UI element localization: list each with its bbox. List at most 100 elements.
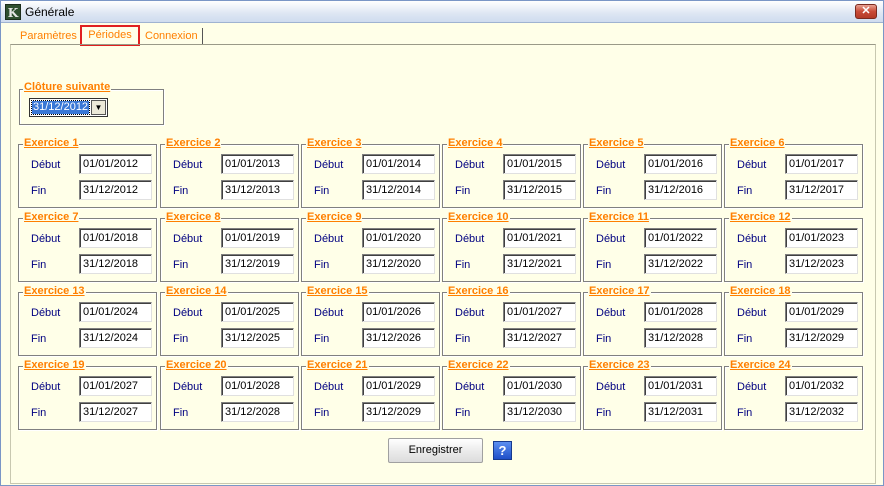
debut-label: Début bbox=[455, 233, 485, 245]
tab-parametres[interactable]: Paramètres bbox=[16, 28, 81, 45]
fin-label: Fin bbox=[314, 333, 330, 345]
debut-field[interactable]: 01/01/2025 bbox=[221, 302, 294, 322]
debut-field[interactable]: 01/01/2012 bbox=[79, 154, 152, 174]
exercice-title: Exercice 2 bbox=[165, 137, 222, 149]
debut-label: Début bbox=[173, 381, 203, 393]
fin-field[interactable]: 31/12/2012 bbox=[79, 180, 152, 200]
debut-field[interactable]: 01/01/2021 bbox=[503, 228, 576, 248]
cloture-select[interactable]: 31/12/2012 ▼ bbox=[29, 98, 108, 117]
exercice-box: Exercice 16 Début 01/01/2027 Fin 31/12/2027 bbox=[442, 285, 581, 356]
debut-field[interactable]: 01/01/2028 bbox=[221, 376, 294, 396]
exercice-box: Exercice 21 Début 01/01/2029 Fin 31/12/2029 bbox=[301, 359, 440, 430]
fin-field[interactable]: 31/12/2025 bbox=[221, 328, 294, 348]
debut-field[interactable]: 01/01/2026 bbox=[362, 302, 435, 322]
fin-field[interactable]: 31/12/2031 bbox=[644, 402, 717, 422]
fin-field[interactable]: 31/12/2028 bbox=[644, 328, 717, 348]
fin-field[interactable]: 31/12/2028 bbox=[221, 402, 294, 422]
main-window: K Générale ✕ Paramètres Périodes Connexi… bbox=[0, 0, 884, 486]
fin-field[interactable]: 31/12/2020 bbox=[362, 254, 435, 274]
exercice-box: Exercice 18 Début 01/01/2029 Fin 31/12/2029 bbox=[724, 285, 863, 356]
debut-field[interactable]: 01/01/2018 bbox=[79, 228, 152, 248]
fin-field[interactable]: 31/12/2029 bbox=[785, 328, 858, 348]
fin-label: Fin bbox=[455, 259, 471, 271]
exercice-box: Exercice 19 Début 01/01/2027 Fin 31/12/2027 bbox=[18, 359, 157, 430]
debut-label: Début bbox=[173, 233, 203, 245]
tab-strip: Paramètres Périodes Connexion bbox=[13, 25, 873, 46]
debut-field[interactable]: 01/01/2024 bbox=[79, 302, 152, 322]
exercice-title: Exercice 5 bbox=[588, 137, 645, 149]
exercice-box: Exercice 8 Début 01/01/2019 Fin 31/12/2019 bbox=[160, 211, 299, 282]
close-icon[interactable]: ✕ bbox=[855, 4, 877, 19]
app-k-icon: K bbox=[5, 4, 21, 20]
debut-label: Début bbox=[31, 381, 61, 393]
fin-field[interactable]: 31/12/2032 bbox=[785, 402, 858, 422]
tab-connexion[interactable]: Connexion bbox=[141, 28, 203, 45]
exercice-title: Exercice 14 bbox=[165, 285, 228, 297]
exercice-title: Exercice 8 bbox=[165, 211, 222, 223]
debut-label: Début bbox=[737, 381, 767, 393]
debut-label: Début bbox=[455, 159, 485, 171]
exercice-title: Exercice 12 bbox=[729, 211, 792, 223]
exercice-title: Exercice 7 bbox=[23, 211, 80, 223]
debut-label: Début bbox=[31, 233, 61, 245]
fin-field[interactable]: 31/12/2013 bbox=[221, 180, 294, 200]
exercice-box: Exercice 11 Début 01/01/2022 Fin 31/12/2022 bbox=[583, 211, 722, 282]
fin-field[interactable]: 31/12/2014 bbox=[362, 180, 435, 200]
debut-field[interactable]: 01/01/2027 bbox=[503, 302, 576, 322]
debut-field[interactable]: 01/01/2013 bbox=[221, 154, 294, 174]
exercice-title: Exercice 13 bbox=[23, 285, 86, 297]
fin-label: Fin bbox=[737, 185, 753, 197]
fin-field[interactable]: 31/12/2023 bbox=[785, 254, 858, 274]
fin-field[interactable]: 31/12/2015 bbox=[503, 180, 576, 200]
exercice-title: Exercice 18 bbox=[729, 285, 792, 297]
fin-field[interactable]: 31/12/2027 bbox=[79, 402, 152, 422]
debut-field[interactable]: 01/01/2016 bbox=[644, 154, 717, 174]
debut-field[interactable]: 01/01/2030 bbox=[503, 376, 576, 396]
fin-field[interactable]: 31/12/2017 bbox=[785, 180, 858, 200]
debut-field[interactable]: 01/01/2027 bbox=[79, 376, 152, 396]
debut-field[interactable]: 01/01/2023 bbox=[785, 228, 858, 248]
help-icon[interactable]: ? bbox=[493, 441, 512, 460]
debut-label: Début bbox=[596, 159, 626, 171]
exercice-box: Exercice 2 Début 01/01/2013 Fin 31/12/2013 bbox=[160, 137, 299, 208]
fin-field[interactable]: 31/12/2026 bbox=[362, 328, 435, 348]
fin-field[interactable]: 31/12/2030 bbox=[503, 402, 576, 422]
fin-field[interactable]: 31/12/2018 bbox=[79, 254, 152, 274]
fin-label: Fin bbox=[31, 185, 47, 197]
debut-field[interactable]: 01/01/2029 bbox=[785, 302, 858, 322]
debut-field[interactable]: 01/01/2032 bbox=[785, 376, 858, 396]
debut-field[interactable]: 01/01/2029 bbox=[362, 376, 435, 396]
cloture-value: 31/12/2012 bbox=[30, 100, 91, 115]
debut-field[interactable]: 01/01/2014 bbox=[362, 154, 435, 174]
debut-field[interactable]: 01/01/2028 bbox=[644, 302, 717, 322]
debut-field[interactable]: 01/01/2019 bbox=[221, 228, 294, 248]
fin-field[interactable]: 31/12/2021 bbox=[503, 254, 576, 274]
title-bar: K Générale ✕ bbox=[1, 1, 883, 23]
chevron-down-icon[interactable]: ▼ bbox=[91, 100, 106, 115]
fin-field[interactable]: 31/12/2019 bbox=[221, 254, 294, 274]
debut-label: Début bbox=[314, 307, 344, 319]
debut-label: Début bbox=[737, 159, 767, 171]
tab-periodes[interactable]: Périodes bbox=[80, 25, 140, 46]
debut-label: Début bbox=[31, 307, 61, 319]
exercice-title: Exercice 6 bbox=[729, 137, 786, 149]
debut-field[interactable]: 01/01/2020 bbox=[362, 228, 435, 248]
exercice-box: Exercice 10 Début 01/01/2021 Fin 31/12/2021 bbox=[442, 211, 581, 282]
debut-field[interactable]: 01/01/2031 bbox=[644, 376, 717, 396]
fin-field[interactable]: 31/12/2022 bbox=[644, 254, 717, 274]
debut-field[interactable]: 01/01/2017 bbox=[785, 154, 858, 174]
fin-field[interactable]: 31/12/2016 bbox=[644, 180, 717, 200]
save-button[interactable]: Enregistrer bbox=[388, 438, 483, 463]
exercice-title: Exercice 23 bbox=[588, 359, 651, 371]
debut-field[interactable]: 01/01/2015 bbox=[503, 154, 576, 174]
debut-field[interactable]: 01/01/2022 bbox=[644, 228, 717, 248]
fin-field[interactable]: 31/12/2029 bbox=[362, 402, 435, 422]
debut-label: Début bbox=[737, 233, 767, 245]
fin-label: Fin bbox=[596, 407, 612, 419]
fin-field[interactable]: 31/12/2024 bbox=[79, 328, 152, 348]
debut-label: Début bbox=[455, 307, 485, 319]
exercice-title: Exercice 17 bbox=[588, 285, 651, 297]
fin-field[interactable]: 31/12/2027 bbox=[503, 328, 576, 348]
debut-label: Début bbox=[737, 307, 767, 319]
exercice-box: Exercice 17 Début 01/01/2028 Fin 31/12/2028 bbox=[583, 285, 722, 356]
